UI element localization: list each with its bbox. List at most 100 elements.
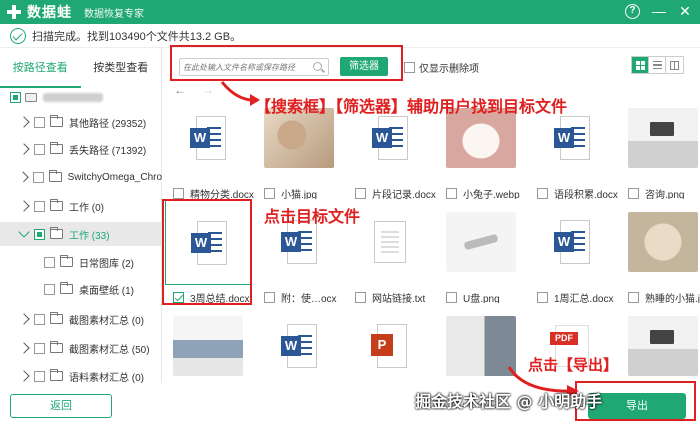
tree-item-daily-gallery[interactable]: 日常图库 (2) [0,250,162,274]
file-checkbox[interactable] [537,292,548,303]
file-thumbnail [628,103,698,173]
tree-checkbox[interactable] [34,116,45,128]
file-card[interactable]: P [347,303,433,389]
file-thumbnail [628,207,698,277]
chevron-right-icon[interactable] [18,116,30,128]
root-checkbox[interactable] [10,92,21,103]
chevron-right-icon[interactable] [18,171,29,183]
deleted-only-checkbox[interactable] [404,62,415,73]
file-card[interactable] [620,199,700,285]
word-doc-icon: W [372,116,408,160]
tree-item-label: 丢失路径 (71392) [69,145,147,157]
list-icon [652,61,662,69]
tree-item-label: 语料素材汇总 (0) [69,372,144,384]
tree-checkbox[interactable] [34,342,45,354]
tree-checkbox[interactable] [34,143,45,155]
file-thumbnail: W [537,207,607,277]
folder-icon [50,369,63,381]
file-thumbnail [173,311,243,381]
ppt-file-icon: P [371,324,409,368]
title-bar: 数据蛙 数据恢复专家 ? — ✕ [0,0,700,24]
file-checkbox[interactable] [446,292,457,303]
annotation-click-target-text: 点击目标文件 [264,207,361,226]
file-checkbox[interactable] [537,188,548,199]
redacted-drive-name [43,93,103,102]
file-checkbox[interactable] [355,292,366,303]
tree-item-corpus[interactable]: 语料素材汇总 (0) [0,364,162,388]
file-thumbnail [628,311,698,381]
file-checkbox[interactable] [264,292,275,303]
back-button[interactable]: 返回 [10,394,112,418]
chevron-right-icon[interactable] [18,342,30,354]
tree-item-label: 工作 (33) [69,230,110,242]
folder-icon [50,227,63,239]
chevron-right-icon[interactable] [18,200,30,212]
file-card[interactable] [438,199,524,285]
tree-checkbox[interactable] [44,256,55,268]
image-preview [628,212,698,272]
tab-by-path[interactable]: 按路径查看 [0,48,81,88]
image-preview [628,108,698,168]
file-card[interactable] [620,303,700,389]
file-card[interactable]: W [256,303,342,389]
tree-checkbox[interactable] [34,370,45,382]
deleted-only-label: 仅显示删除项 [419,64,479,75]
drive-icon [25,93,37,102]
file-thumbnail [446,207,516,277]
detail-view-button[interactable] [666,57,683,73]
tree-item-lost-path[interactable]: 丢失路径 (71392) [0,137,162,161]
file-checkbox[interactable] [446,188,457,199]
app-name: 数据蛙 [27,4,72,20]
image-preview [446,108,516,168]
tree-checkbox[interactable] [34,228,45,240]
tree-item-work-33[interactable]: 工作 (33) [0,222,162,246]
folder-icon [60,282,73,294]
detail-view-icon [670,60,679,70]
app-logo: 数据蛙 [6,2,72,22]
tree-item-other-path[interactable]: 其他路径 (29352) [0,110,162,134]
chevron-right-icon[interactable] [18,313,30,325]
folder-icon [50,115,63,127]
tree-item-switchyomega[interactable]: SwitchyOmega_Chromium [0,165,162,189]
word-doc-icon: W [281,324,317,368]
minimize-button[interactable]: — [652,3,666,19]
tree-checkbox[interactable] [34,200,45,212]
tree-item-label: 截图素材汇总 (0) [69,315,144,327]
file-card[interactable] [620,95,700,181]
tree-item-desktop-wallpaper[interactable]: 桌面壁纸 (1) [0,277,162,301]
help-circle-icon[interactable]: ? [625,3,640,19]
tab-by-type[interactable]: 按类型查看 [81,48,162,88]
check-circle-icon [10,27,26,44]
tree-item-screenshot-50[interactable]: 截图素材汇总 (50) [0,336,162,360]
file-checkbox[interactable] [355,188,366,199]
file-thumbnail: W [173,103,243,173]
chevron-down-icon[interactable] [18,226,30,238]
file-checkbox[interactable] [264,188,275,199]
scan-status-text: 扫描完成。找到103490个文件共13.2 GB。 [32,30,242,43]
word-doc-icon: W [190,116,226,160]
grid-icon [635,60,645,70]
view-mode-toggles [631,56,684,74]
chevron-right-icon[interactable] [18,143,30,155]
folder-icon [48,170,62,182]
folder-icon [50,199,63,211]
deleted-only-toggle[interactable]: 仅显示删除项 [404,60,479,75]
image-preview [173,316,243,376]
file-card[interactable]: W [529,199,615,285]
file-checkbox[interactable] [628,188,639,199]
close-button[interactable]: ✕ [678,3,692,19]
file-checkbox[interactable] [628,292,639,303]
list-view-button[interactable] [649,57,666,73]
tree-root[interactable] [10,92,103,103]
file-checkbox[interactable] [173,188,184,199]
chevron-right-icon[interactable] [18,370,30,382]
sidebar: 按路径查看 按类型查看 其他路径 (29352) 丢失路径 (71392) Sw… [0,48,162,384]
tree-item-work-0[interactable]: 工作 (0) [0,194,162,218]
tree-checkbox[interactable] [32,171,44,183]
grid-view-button[interactable] [632,57,649,73]
annotation-search-text: 【搜索框】【筛选器】辅助用户找到目标文件 [255,97,568,116]
tree-item-screenshot-0[interactable]: 截图素材汇总 (0) [0,307,162,331]
file-card[interactable] [165,303,251,389]
tree-checkbox[interactable] [44,283,55,295]
tree-checkbox[interactable] [34,313,45,325]
